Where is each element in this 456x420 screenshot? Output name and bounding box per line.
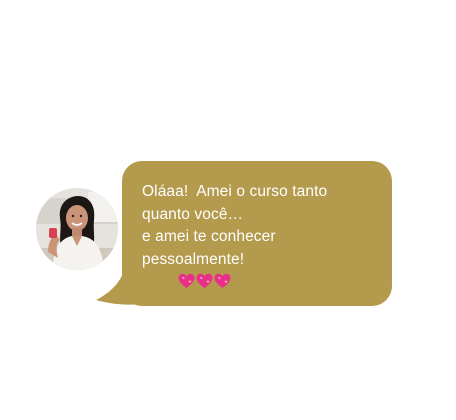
message-line: pessoalmente! xyxy=(142,250,245,268)
message-line: Oláaa! Amei o curso tanto xyxy=(142,183,328,200)
chat-message: Oláaa! Amei o curso tanto quanto você… e… xyxy=(0,0,456,420)
sparkling-heart-icon xyxy=(178,273,195,289)
message-line: quanto você… xyxy=(142,205,244,223)
sparkling-heart-icon xyxy=(196,273,213,289)
avatar-photo xyxy=(36,188,118,270)
message-text: Oláaa! Amei o curso tanto quanto você… e… xyxy=(142,181,374,316)
message-line: e amei te conhecer xyxy=(142,228,276,245)
message-bubble: Oláaa! Amei o curso tanto quanto você… e… xyxy=(122,161,392,306)
avatar xyxy=(36,188,118,270)
sparkling-heart-icon xyxy=(214,273,231,289)
message-line-last: pessoalmente! xyxy=(142,249,374,317)
